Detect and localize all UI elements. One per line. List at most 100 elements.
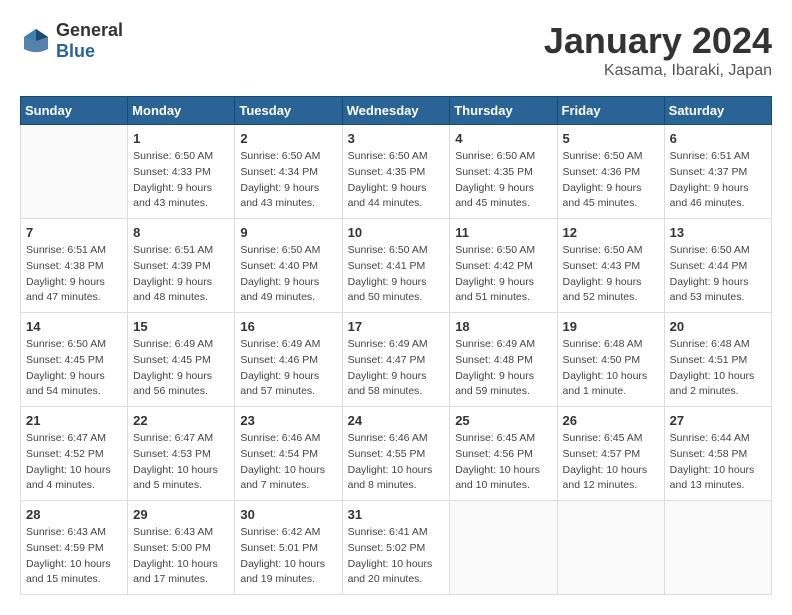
day-detail: Sunrise: 6:51 AMSunset: 4:39 PMDaylight:… [133, 243, 229, 306]
col-thursday: Thursday [450, 97, 557, 125]
location: Kasama, Ibaraki, Japan [544, 62, 772, 80]
day-detail: Sunrise: 6:41 AMSunset: 5:02 PMDaylight:… [348, 525, 445, 588]
month-title: January 2024 [544, 20, 772, 62]
day-number: 23 [240, 413, 336, 428]
table-row: 8 Sunrise: 6:51 AMSunset: 4:39 PMDayligh… [128, 219, 235, 313]
table-row [664, 501, 771, 595]
day-detail: Sunrise: 6:48 AMSunset: 4:50 PMDaylight:… [563, 337, 659, 400]
table-row: 16 Sunrise: 6:49 AMSunset: 4:46 PMDaylig… [235, 313, 342, 407]
table-row: 27 Sunrise: 6:44 AMSunset: 4:58 PMDaylig… [664, 407, 771, 501]
table-row: 10 Sunrise: 6:50 AMSunset: 4:41 PMDaylig… [342, 219, 450, 313]
day-detail: Sunrise: 6:50 AMSunset: 4:33 PMDaylight:… [133, 149, 229, 212]
day-detail: Sunrise: 6:49 AMSunset: 4:47 PMDaylight:… [348, 337, 445, 400]
day-number: 13 [670, 225, 766, 240]
day-number: 22 [133, 413, 229, 428]
logo-icon [20, 25, 52, 57]
day-number: 3 [348, 131, 445, 146]
day-number: 20 [670, 319, 766, 334]
day-detail: Sunrise: 6:51 AMSunset: 4:37 PMDaylight:… [670, 149, 766, 212]
day-detail: Sunrise: 6:50 AMSunset: 4:41 PMDaylight:… [348, 243, 445, 306]
table-row: 24 Sunrise: 6:46 AMSunset: 4:55 PMDaylig… [342, 407, 450, 501]
day-detail: Sunrise: 6:46 AMSunset: 4:54 PMDaylight:… [240, 431, 336, 494]
table-row: 14 Sunrise: 6:50 AMSunset: 4:45 PMDaylig… [21, 313, 128, 407]
day-number: 30 [240, 507, 336, 522]
day-number: 2 [240, 131, 336, 146]
calendar-week-row: 28 Sunrise: 6:43 AMSunset: 4:59 PMDaylig… [21, 501, 772, 595]
page-header: General Blue January 2024 Kasama, Ibarak… [20, 20, 772, 80]
table-row [450, 501, 557, 595]
table-row: 31 Sunrise: 6:41 AMSunset: 5:02 PMDaylig… [342, 501, 450, 595]
logo-general: General [56, 20, 123, 40]
table-row: 21 Sunrise: 6:47 AMSunset: 4:52 PMDaylig… [21, 407, 128, 501]
table-row: 22 Sunrise: 6:47 AMSunset: 4:53 PMDaylig… [128, 407, 235, 501]
calendar-week-row: 1 Sunrise: 6:50 AMSunset: 4:33 PMDayligh… [21, 125, 772, 219]
day-number: 19 [563, 319, 659, 334]
table-row: 25 Sunrise: 6:45 AMSunset: 4:56 PMDaylig… [450, 407, 557, 501]
col-friday: Friday [557, 97, 664, 125]
table-row: 28 Sunrise: 6:43 AMSunset: 4:59 PMDaylig… [21, 501, 128, 595]
day-number: 4 [455, 131, 551, 146]
day-detail: Sunrise: 6:50 AMSunset: 4:35 PMDaylight:… [348, 149, 445, 212]
table-row [21, 125, 128, 219]
day-number: 5 [563, 131, 659, 146]
table-row: 17 Sunrise: 6:49 AMSunset: 4:47 PMDaylig… [342, 313, 450, 407]
day-number: 21 [26, 413, 122, 428]
day-detail: Sunrise: 6:50 AMSunset: 4:44 PMDaylight:… [670, 243, 766, 306]
day-number: 31 [348, 507, 445, 522]
col-monday: Monday [128, 97, 235, 125]
day-detail: Sunrise: 6:50 AMSunset: 4:34 PMDaylight:… [240, 149, 336, 212]
table-row: 3 Sunrise: 6:50 AMSunset: 4:35 PMDayligh… [342, 125, 450, 219]
day-detail: Sunrise: 6:47 AMSunset: 4:52 PMDaylight:… [26, 431, 122, 494]
col-sunday: Sunday [21, 97, 128, 125]
day-number: 10 [348, 225, 445, 240]
day-detail: Sunrise: 6:50 AMSunset: 4:35 PMDaylight:… [455, 149, 551, 212]
day-detail: Sunrise: 6:50 AMSunset: 4:45 PMDaylight:… [26, 337, 122, 400]
table-row: 6 Sunrise: 6:51 AMSunset: 4:37 PMDayligh… [664, 125, 771, 219]
day-detail: Sunrise: 6:45 AMSunset: 4:56 PMDaylight:… [455, 431, 551, 494]
day-number: 9 [240, 225, 336, 240]
table-row: 30 Sunrise: 6:42 AMSunset: 5:01 PMDaylig… [235, 501, 342, 595]
calendar-header-row: Sunday Monday Tuesday Wednesday Thursday… [21, 97, 772, 125]
calendar-week-row: 7 Sunrise: 6:51 AMSunset: 4:38 PMDayligh… [21, 219, 772, 313]
title-block: January 2024 Kasama, Ibaraki, Japan [544, 20, 772, 80]
day-detail: Sunrise: 6:48 AMSunset: 4:51 PMDaylight:… [670, 337, 766, 400]
logo-text: General Blue [56, 20, 123, 62]
logo-blue: Blue [56, 41, 95, 61]
day-number: 1 [133, 131, 229, 146]
table-row: 11 Sunrise: 6:50 AMSunset: 4:42 PMDaylig… [450, 219, 557, 313]
day-detail: Sunrise: 6:51 AMSunset: 4:38 PMDaylight:… [26, 243, 122, 306]
col-tuesday: Tuesday [235, 97, 342, 125]
day-number: 17 [348, 319, 445, 334]
table-row: 23 Sunrise: 6:46 AMSunset: 4:54 PMDaylig… [235, 407, 342, 501]
table-row: 1 Sunrise: 6:50 AMSunset: 4:33 PMDayligh… [128, 125, 235, 219]
col-saturday: Saturday [664, 97, 771, 125]
table-row: 19 Sunrise: 6:48 AMSunset: 4:50 PMDaylig… [557, 313, 664, 407]
table-row: 15 Sunrise: 6:49 AMSunset: 4:45 PMDaylig… [128, 313, 235, 407]
table-row: 9 Sunrise: 6:50 AMSunset: 4:40 PMDayligh… [235, 219, 342, 313]
day-number: 29 [133, 507, 229, 522]
day-number: 27 [670, 413, 766, 428]
table-row: 5 Sunrise: 6:50 AMSunset: 4:36 PMDayligh… [557, 125, 664, 219]
day-detail: Sunrise: 6:47 AMSunset: 4:53 PMDaylight:… [133, 431, 229, 494]
day-detail: Sunrise: 6:42 AMSunset: 5:01 PMDaylight:… [240, 525, 336, 588]
day-number: 11 [455, 225, 551, 240]
day-detail: Sunrise: 6:44 AMSunset: 4:58 PMDaylight:… [670, 431, 766, 494]
day-number: 15 [133, 319, 229, 334]
day-detail: Sunrise: 6:49 AMSunset: 4:45 PMDaylight:… [133, 337, 229, 400]
day-number: 28 [26, 507, 122, 522]
table-row [557, 501, 664, 595]
day-number: 25 [455, 413, 551, 428]
day-detail: Sunrise: 6:50 AMSunset: 4:42 PMDaylight:… [455, 243, 551, 306]
day-number: 6 [670, 131, 766, 146]
day-number: 24 [348, 413, 445, 428]
calendar-table: Sunday Monday Tuesday Wednesday Thursday… [20, 96, 772, 595]
table-row: 12 Sunrise: 6:50 AMSunset: 4:43 PMDaylig… [557, 219, 664, 313]
table-row: 18 Sunrise: 6:49 AMSunset: 4:48 PMDaylig… [450, 313, 557, 407]
table-row: 4 Sunrise: 6:50 AMSunset: 4:35 PMDayligh… [450, 125, 557, 219]
table-row: 2 Sunrise: 6:50 AMSunset: 4:34 PMDayligh… [235, 125, 342, 219]
table-row: 13 Sunrise: 6:50 AMSunset: 4:44 PMDaylig… [664, 219, 771, 313]
day-detail: Sunrise: 6:43 AMSunset: 4:59 PMDaylight:… [26, 525, 122, 588]
day-number: 7 [26, 225, 122, 240]
day-detail: Sunrise: 6:50 AMSunset: 4:40 PMDaylight:… [240, 243, 336, 306]
day-detail: Sunrise: 6:45 AMSunset: 4:57 PMDaylight:… [563, 431, 659, 494]
